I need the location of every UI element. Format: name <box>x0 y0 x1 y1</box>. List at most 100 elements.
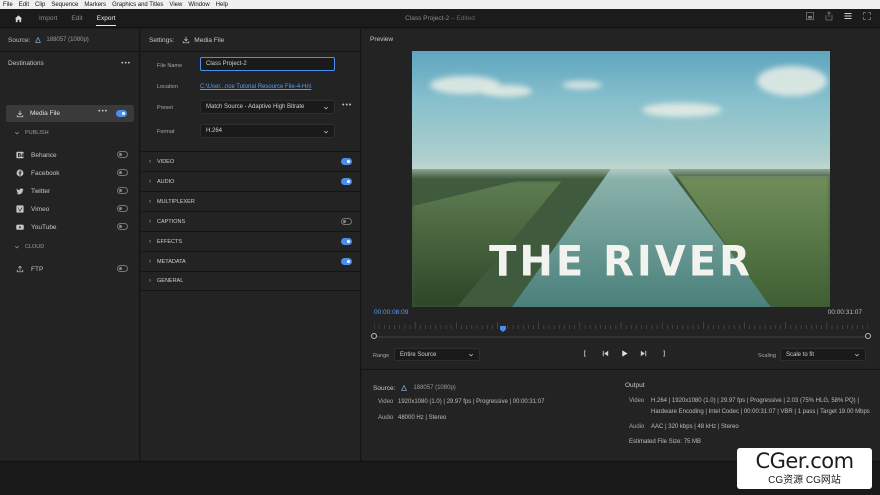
menu-window[interactable]: Window <box>188 2 209 8</box>
tab-export[interactable]: Export <box>95 9 117 28</box>
chevron-down-icon <box>323 106 329 110</box>
location-link[interactable]: C:\User...nce Tutorial Resource File-4-H… <box>200 84 311 90</box>
destination-behance[interactable]: Bē Behance <box>16 149 128 161</box>
in-point-handle[interactable] <box>371 333 377 339</box>
format-select[interactable]: H.264 <box>200 124 335 138</box>
out-point-handle[interactable] <box>865 333 871 339</box>
tab-import[interactable]: Import <box>39 9 57 28</box>
quick-export-icon[interactable] <box>805 11 815 21</box>
menu-sequence[interactable]: Sequence <box>51 2 78 8</box>
output-audio-value: AAC | 320 kbps | 48 kHz | Stereo <box>651 424 739 430</box>
step-forward-icon[interactable] <box>639 349 648 358</box>
section-effects[interactable]: › EFFECTS <box>141 231 360 251</box>
destinations-title: Destinations <box>8 60 44 67</box>
ftp-toggle[interactable] <box>117 265 128 272</box>
file-name-label: File Name <box>157 63 183 69</box>
vimeo-icon <box>16 205 24 213</box>
section-audio[interactable]: › AUDIO <box>141 171 360 191</box>
chevron-right-icon: › <box>149 218 151 225</box>
menu-graphics-and-titles[interactable]: Graphics and Titles <box>112 2 163 8</box>
source-audio-label: Audio <box>378 415 394 421</box>
publish-section-header[interactable]: PUBLISH <box>14 130 49 136</box>
captions-toggle[interactable] <box>341 218 352 225</box>
source-audio-value: 48000 Hz | Stereo <box>398 415 447 421</box>
facebook-toggle[interactable] <box>117 169 128 176</box>
preset-more-icon[interactable]: ••• <box>342 102 352 109</box>
location-label: Location <box>157 84 178 90</box>
media-file-toggle[interactable] <box>116 110 127 117</box>
video-toggle[interactable] <box>341 158 352 165</box>
preview-panel: Preview THE RIVER 00:00:08:09 00:00:31:0… <box>362 29 880 461</box>
share-icon[interactable] <box>824 11 834 21</box>
format-label: Format <box>157 129 175 135</box>
chevron-right-icon: › <box>149 178 151 185</box>
mark-in-icon[interactable] <box>582 349 591 358</box>
tab-edit[interactable]: Edit <box>71 9 82 28</box>
destination-vimeo[interactable]: Vimeo <box>16 203 128 215</box>
menu-clip[interactable]: Clip <box>35 2 45 8</box>
current-timecode[interactable]: 00:00:08:09 <box>374 309 408 316</box>
chevron-down-icon <box>14 245 20 249</box>
range-label: Range <box>373 353 390 359</box>
section-video[interactable]: › VIDEO <box>141 151 360 171</box>
effects-toggle[interactable] <box>341 238 352 245</box>
menu-view[interactable]: View <box>169 2 182 8</box>
settings-header: Settings: Media File <box>149 36 225 44</box>
home-icon <box>14 14 22 22</box>
upload-icon <box>16 265 24 273</box>
destinations-more-icon[interactable]: ••• <box>121 60 131 67</box>
twitter-toggle[interactable] <box>117 187 128 194</box>
chevron-down-icon <box>14 131 20 135</box>
menu-help[interactable]: Help <box>216 2 228 8</box>
output-summary-header: Output <box>625 382 645 389</box>
end-timecode: 00:00:31:07 <box>827 309 862 316</box>
video-preview: THE RIVER <box>412 51 830 307</box>
menu-markers[interactable]: Markers <box>84 2 106 8</box>
preview-title: Preview <box>370 36 394 43</box>
fullscreen-icon[interactable] <box>862 11 872 21</box>
scaling-label: Scaling <box>758 353 777 359</box>
os-menu-bar: File Edit Clip Sequence Markers Graphics… <box>0 0 880 9</box>
section-metadata[interactable]: › METADATA <box>141 251 360 271</box>
play-icon[interactable] <box>620 349 629 358</box>
menu-file[interactable]: File <box>3 2 13 8</box>
destination-facebook[interactable]: Facebook <box>16 167 128 179</box>
sequence-icon <box>35 36 42 43</box>
twitter-icon <box>16 188 24 195</box>
video-caption: THE RIVER <box>489 237 753 287</box>
metadata-toggle[interactable] <box>341 258 352 265</box>
chevron-down-icon <box>854 353 860 357</box>
cloud-section-header[interactable]: CLOUD <box>14 244 44 250</box>
file-name-input[interactable]: Class Project-2 <box>200 57 335 71</box>
destination-ftp[interactable]: FTP <box>16 263 128 275</box>
section-general[interactable]: › GENERAL <box>141 271 360 291</box>
youtube-toggle[interactable] <box>117 223 128 230</box>
playhead-marker[interactable] <box>499 326 506 332</box>
source-video-label: Video <box>378 399 394 405</box>
destination-twitter[interactable]: Twitter <box>16 185 128 197</box>
menu-edit[interactable]: Edit <box>19 2 29 8</box>
menu-icon[interactable] <box>843 11 853 21</box>
vimeo-toggle[interactable] <box>117 205 128 212</box>
mark-out-icon[interactable] <box>658 349 667 358</box>
behance-toggle[interactable] <box>117 151 128 158</box>
destination-media-file[interactable]: Media File ••• <box>6 105 134 122</box>
scaling-select[interactable]: Scale to fit <box>780 348 866 361</box>
youtube-icon <box>16 224 24 230</box>
range-select[interactable]: Entire Source <box>394 348 480 361</box>
home-button[interactable] <box>11 11 25 25</box>
timeline-ruler[interactable] <box>374 321 868 329</box>
section-captions[interactable]: › CAPTIONS <box>141 211 360 231</box>
audio-toggle[interactable] <box>341 178 352 185</box>
section-multiplexer[interactable]: › MULTIPLEXER <box>141 191 360 211</box>
chevron-down-icon <box>323 130 329 134</box>
output-video-value-2: Hardware Encoding | Intel Codec | 00:00:… <box>651 409 870 415</box>
destination-youtube[interactable]: YouTube <box>16 221 128 233</box>
facebook-icon <box>16 169 24 177</box>
chevron-right-icon: › <box>149 198 151 205</box>
media-file-more-icon[interactable]: ••• <box>98 108 108 115</box>
preset-select[interactable]: Match Source - Adaptive High Bitrate <box>200 100 335 114</box>
step-back-icon[interactable] <box>601 349 610 358</box>
scrub-bar[interactable] <box>371 333 871 339</box>
download-icon <box>183 36 190 44</box>
